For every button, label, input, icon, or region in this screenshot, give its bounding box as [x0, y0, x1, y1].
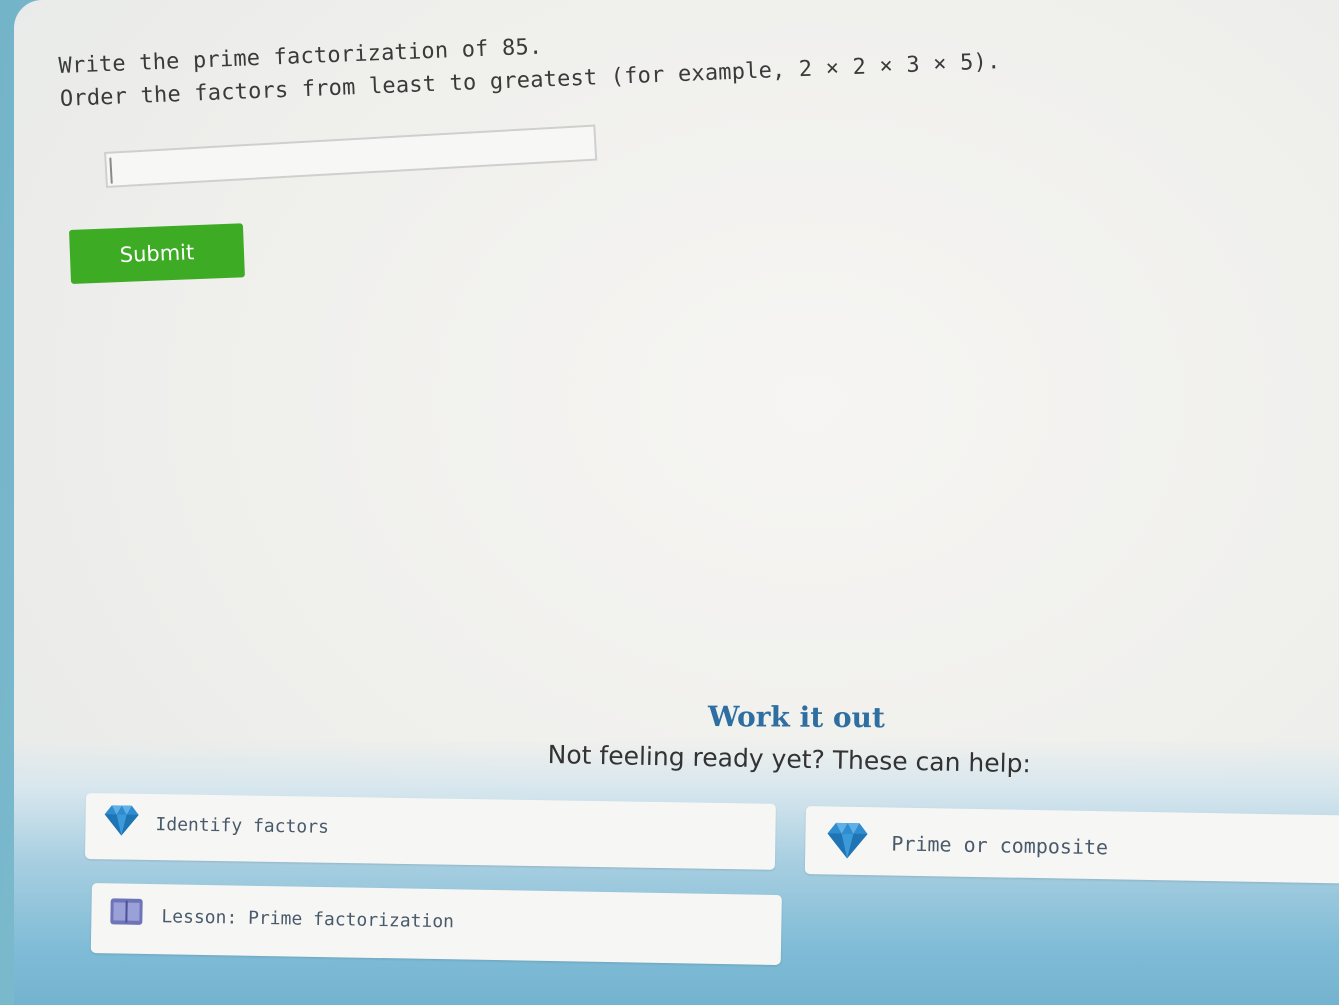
help-item-prime-or-composite[interactable]: Prime or composite: [804, 806, 1339, 884]
work-it-out-title: Work it out: [707, 700, 886, 735]
diamond-icon: [104, 805, 139, 836]
help-item-label: Lesson: Prime factorization: [161, 906, 455, 933]
answer-input[interactable]: [104, 124, 598, 188]
help-item-label: Prime or composite: [891, 831, 1109, 860]
text-caret: [109, 157, 113, 184]
help-item-label: Identify factors: [155, 814, 330, 838]
question-page: Write the prime factorization of 85. Ord…: [14, 0, 1339, 1005]
question-text: Write the prime factorization of 85. Ord…: [58, 12, 1001, 116]
help-item-identify-factors[interactable]: Identify factors: [84, 793, 776, 870]
diamond-icon: [827, 822, 868, 859]
help-item-lesson-prime-factorization[interactable]: Lesson: Prime factorization: [90, 883, 782, 966]
submit-button[interactable]: Submit: [69, 223, 245, 284]
lesson-icon: [110, 898, 143, 925]
